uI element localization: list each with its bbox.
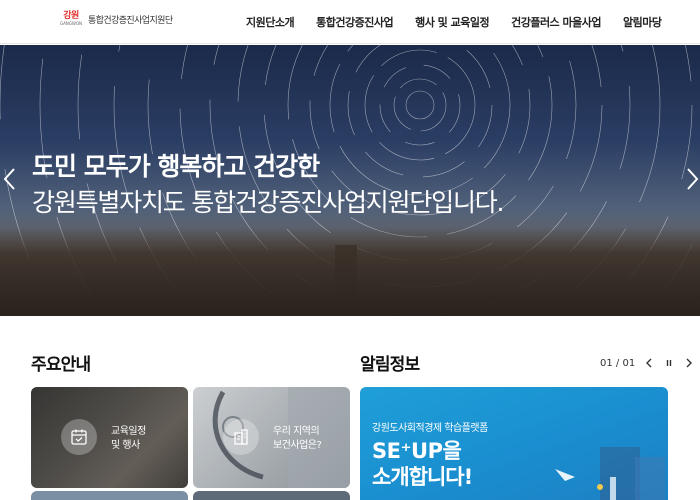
hero-banner: 도민 모두가 행복하고 건강한 강원특별자치도 통합건강증진사업지원단입니다. — [0, 45, 700, 316]
site-header: 강원 GANGWON 통합건강증진사업지원단 지원단소개 통합건강증진사업 행사… — [0, 0, 700, 44]
card-partial[interactable] — [31, 491, 188, 500]
site-logo[interactable]: 강원 GANGWON 통합건강증진사업지원단 — [60, 12, 173, 26]
card-local-health[interactable]: 우리 지역의 보건사업은? — [193, 387, 350, 488]
promo-headline-line2: 소개합니다! — [372, 465, 473, 489]
card-label-line1: 우리 지역의 — [273, 426, 320, 437]
logo-mark: 강원 GANGWON — [60, 12, 82, 26]
card-label-line1: 교육일정 — [111, 426, 146, 437]
nav-item-events[interactable]: 행사 및 교육일정 — [415, 14, 490, 30]
nav-item-about[interactable]: 지원단소개 — [246, 14, 295, 30]
hero-ground — [0, 226, 700, 316]
notice-promo-banner[interactable]: 강원도사회적경제 학습플랫폼 SE⁺UP을 소개합니다! — [360, 387, 668, 500]
card-label: 우리 지역의 보건사업은? — [273, 425, 322, 453]
building-icon — [223, 419, 259, 455]
hero-title-line2: 강원특별자치도 통합건강증진사업지원단입니다. — [32, 188, 504, 217]
pause-icon[interactable] — [663, 357, 675, 369]
main-info-title: 주요안내 — [31, 355, 91, 375]
card-overlay — [193, 387, 350, 488]
card-partial[interactable] — [193, 491, 350, 500]
nav-item-village-project[interactable]: 건강플러스 마을사업 — [511, 14, 601, 30]
nav-item-health-program[interactable]: 통합건강증진사업 — [316, 14, 393, 30]
card-label-line2: 보건사업은? — [273, 440, 322, 451]
promo-subtitle: 강원도사회적경제 학습플랫폼 — [372, 423, 488, 434]
pager-count: 01 / 01 — [600, 357, 636, 369]
notice-title: 알림정보 — [360, 355, 420, 375]
card-education-events[interactable]: 교육일정 및 행사 — [31, 387, 188, 488]
chevron-right-icon[interactable] — [683, 357, 695, 369]
logo-mark-sub: GANGWON — [60, 21, 83, 26]
main-nav: 지원단소개 통합건강증진사업 행사 및 교육일정 건강플러스 마을사업 알림마당 — [246, 14, 662, 30]
chevron-right-icon[interactable] — [682, 165, 700, 193]
notice-pager: 01 / 01 — [600, 357, 695, 369]
logo-text: 통합건강증진사업지원단 — [88, 15, 173, 26]
card-label-line2: 및 행사 — [111, 440, 140, 451]
nav-item-notice[interactable]: 알림마당 — [623, 14, 662, 30]
chevron-left-icon[interactable] — [0, 165, 20, 193]
card-overlay — [31, 387, 188, 488]
calendar-check-icon — [61, 419, 97, 455]
hero-title-line1: 도민 모두가 행복하고 건강한 — [32, 152, 320, 181]
logo-mark-text: 강원 — [63, 11, 79, 21]
chevron-left-icon[interactable] — [643, 357, 655, 369]
card-label: 교육일정 및 행사 — [111, 425, 146, 453]
